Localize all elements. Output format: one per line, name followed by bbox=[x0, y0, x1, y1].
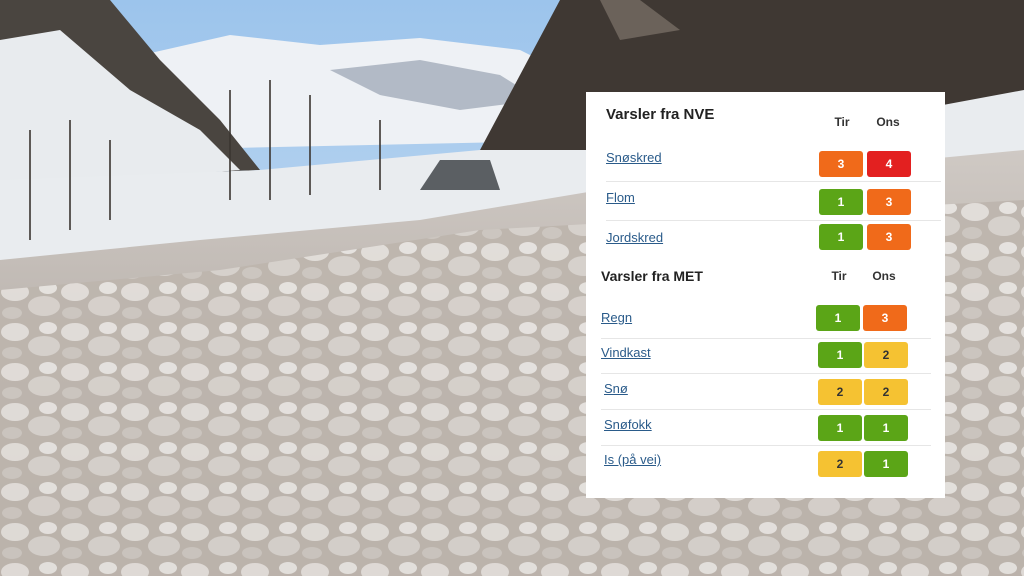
met-section-title: Varsler fra MET bbox=[601, 268, 703, 284]
met-col-ons: Ons bbox=[872, 269, 896, 283]
met-link-sno[interactable]: Snø bbox=[604, 381, 628, 396]
divider bbox=[606, 220, 941, 221]
nve-flom-ons-badge: 3 bbox=[867, 189, 911, 215]
met-vindkast-ons-badge: 2 bbox=[864, 342, 908, 368]
nve-snoskred-ons-badge: 4 bbox=[867, 151, 911, 177]
met-regn-tir-badge: 1 bbox=[816, 305, 860, 331]
met-is-pa-vei-tir-badge: 2 bbox=[818, 451, 862, 477]
nve-col-tir: Tir bbox=[834, 115, 850, 129]
nve-row-jordskred: Jordskred 1 3 bbox=[586, 222, 945, 260]
nve-snoskred-tir-badge: 3 bbox=[819, 151, 863, 177]
met-link-snofokk[interactable]: Snøfokk bbox=[604, 417, 652, 432]
met-row-regn: Regn 1 3 bbox=[586, 301, 945, 339]
met-vindkast-tir-badge: 1 bbox=[818, 342, 862, 368]
met-link-is-pa-vei[interactable]: Is (på vei) bbox=[604, 452, 661, 467]
met-regn-ons-badge: 3 bbox=[863, 305, 907, 331]
met-is-pa-vei-ons-badge: 1 bbox=[864, 451, 908, 477]
nve-link-snoskred[interactable]: Snøskred bbox=[606, 150, 662, 165]
met-sno-ons-badge: 2 bbox=[864, 379, 908, 405]
nve-link-flom[interactable]: Flom bbox=[606, 190, 635, 205]
nve-jordskred-ons-badge: 3 bbox=[867, 224, 911, 250]
warnings-panel: Varsler fra NVE Tir Ons Snøskred 3 4 Flo… bbox=[586, 92, 945, 498]
nve-row-flom: Flom 1 3 bbox=[586, 183, 945, 221]
nve-section-title: Varsler fra NVE bbox=[606, 106, 715, 123]
divider bbox=[606, 181, 941, 182]
met-link-regn[interactable]: Regn bbox=[601, 310, 632, 325]
met-row-sno: Snø 2 2 bbox=[586, 373, 945, 411]
nve-col-ons: Ons bbox=[876, 115, 900, 129]
met-row-is-pa-vei: Is (på vei) 2 1 bbox=[586, 445, 945, 483]
nve-link-jordskred[interactable]: Jordskred bbox=[606, 230, 663, 245]
met-snofokk-ons-badge: 1 bbox=[864, 415, 908, 441]
nve-flom-tir-badge: 1 bbox=[819, 189, 863, 215]
met-sno-tir-badge: 2 bbox=[818, 379, 862, 405]
met-row-vindkast: Vindkast 1 2 bbox=[586, 337, 945, 375]
met-link-vindkast[interactable]: Vindkast bbox=[601, 345, 651, 360]
met-col-tir: Tir bbox=[831, 269, 847, 283]
nve-row-snoskred: Snøskred 3 4 bbox=[586, 144, 945, 182]
met-snofokk-tir-badge: 1 bbox=[818, 415, 862, 441]
nve-jordskred-tir-badge: 1 bbox=[819, 224, 863, 250]
met-row-snofokk: Snøfokk 1 1 bbox=[586, 409, 945, 447]
